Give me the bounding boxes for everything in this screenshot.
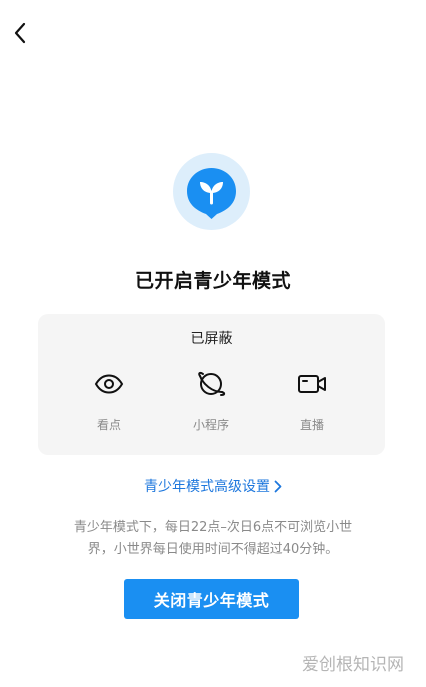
back-arrow-icon	[14, 22, 26, 44]
description-line: 界，小世界每日使用时间不得超过40分钟。	[87, 542, 339, 557]
blocked-title: 已屏蔽	[190, 331, 233, 347]
page-title: 已开启青少年模式	[134, 270, 291, 292]
teen-mode-logo	[173, 153, 250, 230]
chevron-right-icon	[274, 480, 282, 493]
description-line: 青少年模式下，每日22点–次日6点不可浏览小世	[73, 520, 353, 535]
watermark: 爱创根知识网	[302, 655, 404, 675]
advanced-settings-link[interactable]: 青少年模式高级设置	[0, 476, 426, 496]
blocked-item-label: 直播	[299, 418, 324, 432]
advanced-settings-label: 青少年模式高级设置	[144, 479, 270, 495]
blocked-item-live: 直播	[272, 368, 352, 433]
sprout-shield-icon	[187, 168, 236, 219]
mini-program-icon	[198, 371, 226, 396]
eye-icon	[94, 374, 124, 394]
back-button[interactable]	[8, 20, 32, 46]
blocked-item-label: 看点	[96, 418, 121, 432]
close-teen-mode-button[interactable]: 关闭青少年模式	[124, 579, 299, 619]
video-camera-icon	[298, 375, 326, 393]
teen-mode-description: 青少年模式下，每日22点–次日6点不可浏览小世 界，小世界每日使用时间不得超过4…	[52, 517, 374, 561]
blocked-item-kandian: 看点	[69, 368, 149, 433]
blocked-item-label: 小程序	[192, 418, 229, 432]
blocked-item-mini-program: 小程序	[171, 368, 251, 433]
blocked-features-card: 已屏蔽 看点 小程序 直播	[38, 314, 385, 455]
